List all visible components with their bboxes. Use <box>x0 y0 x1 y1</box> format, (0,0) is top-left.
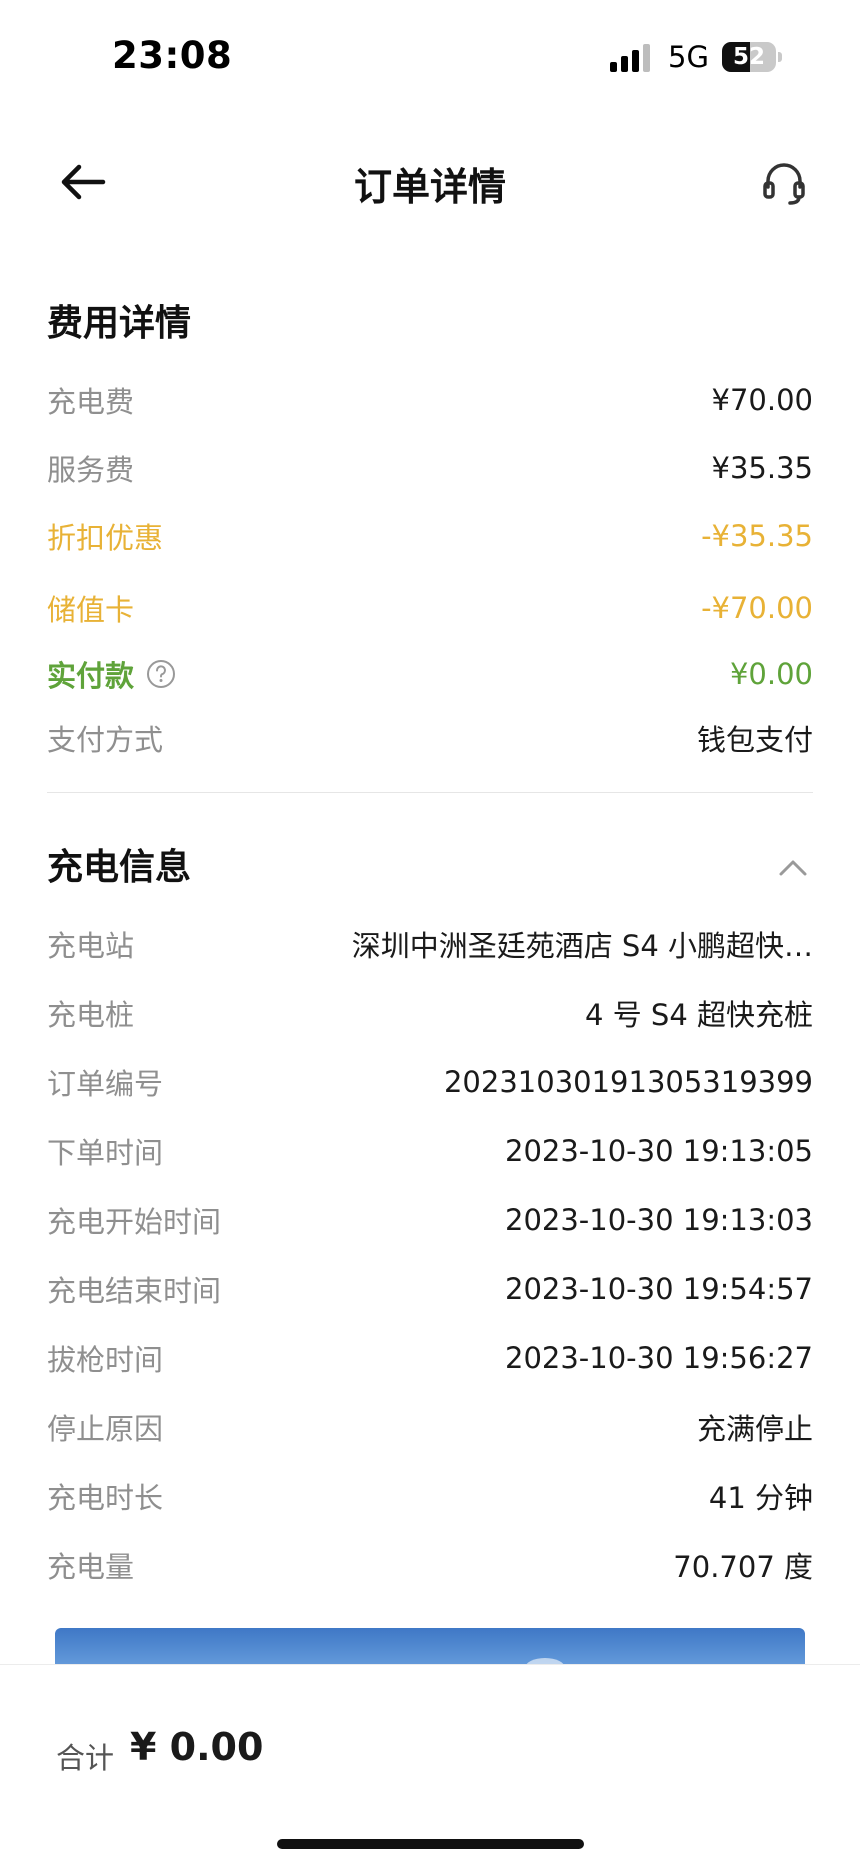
battery-percent: 52 <box>732 44 765 70</box>
row-label: 折扣优惠 <box>47 521 164 555</box>
charging-info-section: 充电信息 充电站 深圳中洲圣廷苑酒店 S4 小鹏超快… 充电桩 4 号 S4 超… <box>47 840 813 1584</box>
fee-row-discount: 折扣优惠 -¥35.35 <box>47 514 813 558</box>
row-label: 充电结束时间 <box>47 1274 222 1308</box>
row-label: 支付方式 <box>47 723 164 757</box>
row-value: 20231030191305319399 <box>443 1065 813 1099</box>
total-label: 合计 <box>56 1741 115 1775</box>
status-time: 23:08 <box>112 34 233 77</box>
fee-row-payment-method: 支付方式 钱包支付 <box>47 716 813 760</box>
row-label: 充电开始时间 <box>47 1205 222 1239</box>
row-label: 服务费 <box>47 453 135 487</box>
row-label: 订单编号 <box>47 1067 164 1101</box>
bottom-total-bar: 合计 ¥ 0.00 <box>0 1664 860 1865</box>
info-row-order-number: 订单编号 20231030191305319399 <box>47 1060 813 1104</box>
page-title: 订单详情 <box>353 165 506 209</box>
info-row-pile: 充电桩 4 号 S4 超快充桩 <box>47 991 813 1035</box>
row-label: 充电时长 <box>47 1481 164 1515</box>
signal-icon <box>610 44 650 72</box>
fee-row-charging: 充电费 ¥70.00 <box>47 378 813 422</box>
row-label: 停止原因 <box>47 1412 164 1446</box>
row-value: 充满停止 <box>696 1412 813 1446</box>
info-row-duration: 充电时长 41 分钟 <box>47 1474 813 1518</box>
fee-details-section: 费用详情 充电费 ¥70.00 服务费 ¥35.35 折扣优惠 -¥35.35 … <box>47 296 813 757</box>
row-label: 充电量 <box>47 1550 135 1584</box>
info-row-station: 充电站 深圳中洲圣廷苑酒店 S4 小鹏超快… <box>47 922 813 966</box>
amount-paid-label: 实付款 <box>47 659 135 693</box>
total-amount: ¥ 0.00 <box>130 1725 264 1769</box>
row-value: ¥35.35 <box>711 451 813 485</box>
row-value: 70.707 度 <box>673 1550 813 1584</box>
row-label: 拔枪时间 <box>47 1343 164 1377</box>
info-row-order-time: 下单时间 2023-10-30 19:13:05 <box>47 1129 813 1173</box>
row-label: 储值卡 <box>47 593 135 627</box>
info-row-energy: 充电量 70.707 度 <box>47 1543 813 1587</box>
fee-row-amount-paid: 实付款 ¥0.00 <box>47 652 813 696</box>
section-title-fee: 费用详情 <box>47 303 192 344</box>
info-row-end-time: 充电结束时间 2023-10-30 19:54:57 <box>47 1267 813 1311</box>
row-value: -¥70.00 <box>701 591 813 625</box>
section-divider <box>47 792 813 793</box>
row-value: 2023-10-30 19:13:03 <box>505 1203 813 1237</box>
fee-row-stored-value-card: 储值卡 -¥70.00 <box>47 586 813 630</box>
battery-icon: 52 <box>722 42 782 72</box>
info-row-unplug-time: 拔枪时间 2023-10-30 19:56:27 <box>47 1336 813 1380</box>
help-icon[interactable] <box>146 659 176 689</box>
info-row-stop-reason: 停止原因 充满停止 <box>47 1405 813 1449</box>
row-value: ¥0.00 <box>729 657 813 691</box>
row-value: 2023-10-30 19:56:27 <box>505 1341 813 1375</box>
row-value: 4 号 S4 超快充桩 <box>585 998 813 1032</box>
row-label: 充电站 <box>47 929 135 963</box>
row-label: 下单时间 <box>47 1136 164 1170</box>
customer-service-button[interactable] <box>752 154 816 214</box>
nav-bar: 订单详情 <box>0 130 860 234</box>
info-row-start-time: 充电开始时间 2023-10-30 19:13:03 <box>47 1198 813 1242</box>
headset-icon <box>763 163 805 205</box>
row-value: 深圳中洲圣廷苑酒店 S4 小鹏超快… <box>351 929 813 963</box>
network-label: 5G <box>668 40 709 74</box>
row-value: 2023-10-30 19:54:57 <box>505 1272 813 1306</box>
status-bar: 23:08 5G 52 <box>0 0 860 110</box>
row-value: ¥70.00 <box>711 383 813 417</box>
row-value: 2023-10-30 19:13:05 <box>505 1134 813 1168</box>
section-title-charging: 充电信息 <box>47 847 192 888</box>
row-label: 充电费 <box>47 385 135 419</box>
row-label: 实付款 <box>47 653 176 695</box>
chevron-up-icon <box>779 860 807 876</box>
row-label: 充电桩 <box>47 998 135 1032</box>
collapse-toggle[interactable] <box>773 850 813 886</box>
row-value: 41 分钟 <box>708 1481 813 1515</box>
fee-row-service: 服务费 ¥35.35 <box>47 446 813 490</box>
row-value: 钱包支付 <box>696 723 813 757</box>
row-value: -¥35.35 <box>701 519 813 553</box>
home-indicator[interactable] <box>277 1839 584 1849</box>
